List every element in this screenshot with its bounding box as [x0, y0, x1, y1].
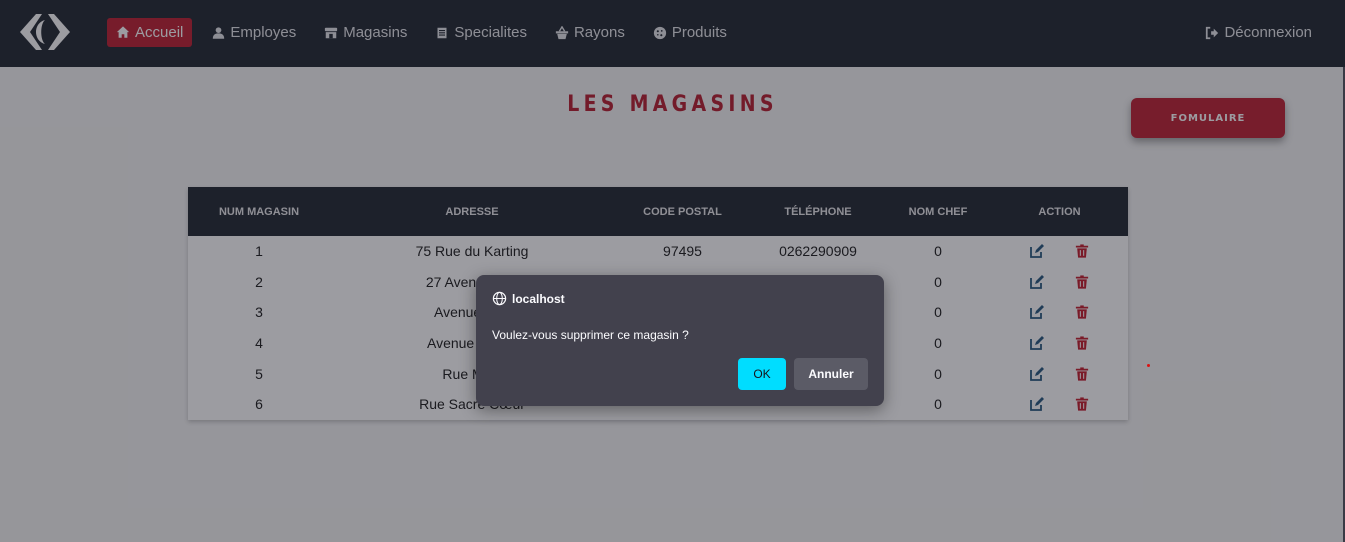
ok-button[interactable]: OK [738, 358, 786, 390]
dialog-origin: localhost [512, 291, 565, 306]
cancel-button[interactable]: Annuler [794, 358, 868, 390]
dialog-message: Voulez-vous supprimer ce magasin ? [492, 328, 689, 342]
modal-overlay [0, 0, 1345, 542]
confirm-dialog: localhost Voulez-vous supprimer ce magas… [476, 275, 884, 406]
red-dot-marker [1147, 364, 1150, 367]
dialog-header: localhost [492, 291, 565, 306]
globe-icon [492, 291, 507, 306]
